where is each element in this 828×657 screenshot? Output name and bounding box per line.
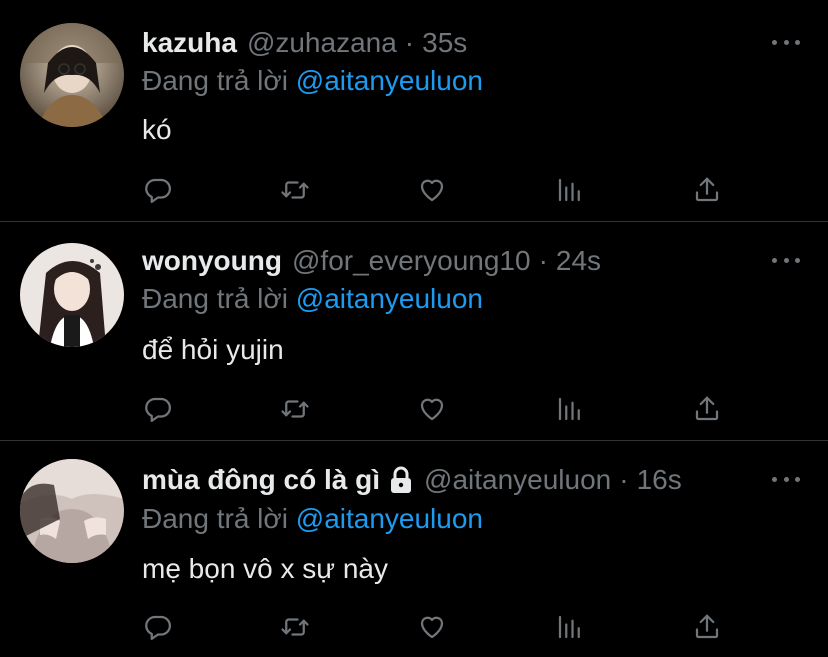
tweet-text: kó [142, 114, 172, 145]
action-bar [0, 610, 828, 644]
heart-icon[interactable] [415, 173, 449, 207]
avatar[interactable] [20, 459, 124, 563]
replying-to-mention[interactable]: @aitanyeuluon [296, 65, 483, 96]
replying-to-line: Đang trả lời @aitanyeuluon [142, 501, 483, 537]
separator-dot: · [404, 27, 415, 58]
separator-dot: · [538, 245, 548, 276]
action-bar [0, 392, 828, 426]
reply-icon[interactable] [141, 610, 175, 644]
tweet-text: để hỏi yujin [142, 334, 284, 365]
replying-prefix: Đang trả lời [142, 503, 288, 534]
separator-dot: · [619, 464, 629, 495]
retweet-icon[interactable] [278, 173, 312, 207]
retweet-icon[interactable] [278, 610, 312, 644]
share-icon[interactable] [690, 173, 724, 207]
avatar[interactable] [20, 243, 124, 347]
stats-icon[interactable] [553, 173, 587, 207]
more-icon[interactable] [772, 474, 800, 484]
retweet-icon[interactable] [278, 392, 312, 426]
more-icon[interactable] [772, 255, 800, 265]
replying-prefix: Đang trả lời [142, 65, 288, 96]
user-handle[interactable]: @zuhazana [247, 27, 397, 59]
replying-to-line: Đang trả lời @aitanyeuluon [142, 63, 483, 99]
reply-tweet[interactable]: wonyoung @for_everyoung10 · 24s Đang trả… [0, 223, 828, 441]
reply-icon[interactable] [141, 392, 175, 426]
display-name[interactable]: wonyoung [142, 245, 282, 277]
reply-tweet[interactable]: mùa đông có là gì @aitanyeuluon · 16s Đa… [0, 442, 828, 657]
user-handle[interactable]: @for_everyoung10 [292, 245, 531, 277]
user-handle[interactable]: @aitanyeuluon [424, 464, 611, 496]
more-icon[interactable] [772, 37, 800, 47]
action-bar [0, 173, 828, 207]
replying-to-mention[interactable]: @aitanyeuluon [296, 503, 483, 534]
heart-icon[interactable] [415, 610, 449, 644]
stats-icon[interactable] [553, 610, 587, 644]
reply-tweet[interactable]: kazuha @zuhazana · 35s Đang trả lời @ait… [0, 0, 828, 222]
tweet-text: mẹ bọn vô x sự này [142, 553, 388, 584]
timestamp[interactable]: 16s [637, 464, 682, 496]
replying-to-line: Đang trả lời @aitanyeuluon [142, 281, 483, 317]
avatar[interactable] [20, 23, 124, 127]
display-name[interactable]: kazuha [142, 27, 237, 59]
reply-icon[interactable] [141, 173, 175, 207]
timestamp[interactable]: 35s [422, 27, 467, 59]
display-name[interactable]: mùa đông có là gì [142, 464, 380, 496]
stats-icon[interactable] [553, 392, 587, 426]
heart-icon[interactable] [415, 392, 449, 426]
share-icon[interactable] [690, 392, 724, 426]
lock-icon [388, 466, 414, 494]
timestamp[interactable]: 24s [556, 245, 601, 277]
replying-prefix: Đang trả lời [142, 283, 288, 314]
replying-to-mention[interactable]: @aitanyeuluon [296, 283, 483, 314]
share-icon[interactable] [690, 610, 724, 644]
